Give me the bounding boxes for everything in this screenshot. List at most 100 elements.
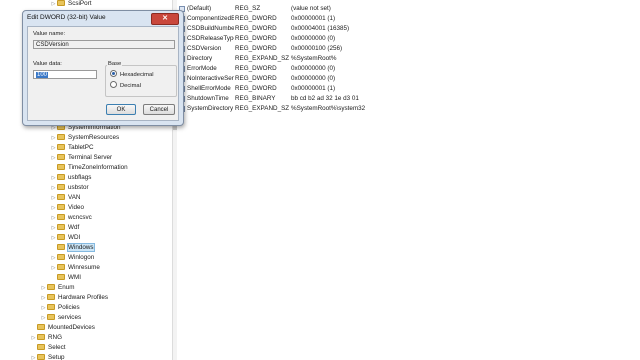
tree-item[interactable]: ▷ WDI: [50, 233, 81, 243]
expand-arrow-icon[interactable]: ▷: [50, 263, 57, 273]
tree-item[interactable]: ▷ Policies: [40, 303, 80, 313]
hexadecimal-label: Hexadecimal: [120, 72, 154, 79]
expand-arrow-icon[interactable]: ▷: [50, 203, 57, 213]
expand-arrow-icon[interactable]: ▷: [50, 223, 57, 233]
value-name-cell: CSDBuildNumber: [187, 25, 234, 32]
tree-item[interactable]: Select: [30, 343, 66, 353]
value-name-text: CSDVersion: [36, 42, 69, 48]
tree-item-label: Policies: [58, 304, 80, 311]
expand-arrow-icon[interactable]: ▷: [30, 353, 37, 360]
decimal-radio[interactable]: Decimal: [110, 81, 141, 90]
value-data-cell: 0x00000100 (256): [291, 45, 343, 52]
folder-icon: [57, 0, 65, 7]
tree-item[interactable]: ▷ TabletPC: [50, 143, 94, 153]
expand-arrow-icon[interactable]: ▷: [50, 193, 57, 203]
value-type-cell: REG_BINARY: [235, 95, 276, 102]
value-data-cell: 0x00000000 (0): [291, 75, 336, 82]
value-row[interactable]: ErrorMode REG_DWORD 0x00000000 (0): [178, 64, 478, 74]
value-data-cell: %SystemRoot%: [291, 55, 337, 62]
folder-icon: [37, 344, 45, 351]
tree-item-label: SystemResources: [68, 134, 120, 141]
tree-item[interactable]: ▷ services: [40, 313, 82, 323]
folder-icon: [47, 284, 55, 291]
tree-item-label: TimeZoneInformation: [68, 164, 128, 171]
tree-item-label: Windows: [67, 243, 95, 252]
registry-value-list: (Default) REG_SZ (value not set) Componenti…: [178, 0, 640, 360]
value-row[interactable]: CSDReleaseType REG_DWORD 0x00000000 (0): [178, 34, 478, 44]
expand-arrow-icon[interactable]: ▷: [50, 0, 57, 9]
expand-arrow-icon[interactable]: ▷: [50, 253, 57, 263]
close-icon[interactable]: ✕: [151, 13, 179, 25]
folder-icon: [57, 144, 65, 151]
base-label: Base: [107, 61, 123, 67]
tree-item[interactable]: ▷ usbstor: [50, 183, 89, 193]
tree-item[interactable]: Windows: [50, 243, 95, 253]
folder-icon: [57, 244, 65, 251]
tree-item[interactable]: ▷ Hardware Profiles: [40, 293, 108, 303]
value-data-input[interactable]: 100: [33, 70, 97, 79]
value-type-cell: REG_DWORD: [235, 45, 277, 52]
hexadecimal-radio[interactable]: Hexadecimal: [110, 70, 154, 79]
value-type-cell: REG_DWORD: [235, 25, 277, 32]
tree-item[interactable]: TimeZoneInformation: [50, 163, 128, 173]
tree-item[interactable]: ▷ ScsiPort: [50, 0, 92, 9]
value-name-cell: Directory: [187, 55, 213, 62]
expand-arrow-icon[interactable]: ▷: [40, 313, 47, 323]
tree-item[interactable]: ▷ SystemResources: [50, 133, 120, 143]
expand-arrow-icon[interactable]: ▷: [50, 133, 57, 143]
tree-item[interactable]: ▷ RNG: [30, 333, 62, 343]
tree-item[interactable]: ▷ Terminal Server: [50, 153, 113, 163]
value-row[interactable]: ShutdownTime REG_BINARY bb cd b2 ad 32 1e …: [178, 94, 478, 104]
value-row[interactable]: ShellErrorMode REG_DWORD 0x00000001 (1): [178, 84, 478, 94]
value-row[interactable]: CSDVersion REG_DWORD 0x00000100 (256): [178, 44, 478, 54]
expand-arrow-icon[interactable]: ▷: [40, 303, 47, 313]
tree-item[interactable]: ▷ Winresume: [50, 263, 100, 273]
expand-arrow-icon[interactable]: ▷: [50, 153, 57, 163]
expand-arrow-icon[interactable]: ▷: [50, 173, 57, 183]
tree-item[interactable]: ▷ wcncsvc: [50, 213, 92, 223]
expand-arrow-icon[interactable]: ▷: [30, 333, 37, 343]
value-data-cell: 0x00004001 (16385): [291, 25, 350, 32]
value-row[interactable]: Directory REG_EXPAND_SZ %SystemRoot%: [178, 54, 478, 64]
value-row[interactable]: NoInteractiveServicesREG_DWORD 0x00000000…: [178, 74, 478, 84]
value-name-cell: CSDReleaseType: [187, 35, 234, 42]
value-name-cell: ComponentizedBuild: [187, 15, 234, 22]
value-type-cell: REG_EXPAND_SZ: [235, 105, 290, 112]
tree-item[interactable]: ▷ VAN: [50, 193, 81, 203]
tree-item[interactable]: ▷ Setup: [30, 353, 64, 360]
value-type-cell: REG_DWORD: [235, 65, 277, 72]
cancel-button[interactable]: Cancel: [143, 104, 175, 115]
value-type-cell: REG_DWORD: [235, 15, 277, 22]
value-row[interactable]: CSDBuildNumber REG_DWORD 0x00004001 (16385…: [178, 24, 478, 34]
expand-arrow-icon[interactable]: ▷: [50, 213, 57, 223]
folder-icon: [57, 214, 65, 221]
tree-item-label: WDI: [68, 234, 81, 241]
value-type-cell: REG_SZ: [235, 5, 261, 12]
tree-item[interactable]: WMI: [50, 273, 81, 283]
expand-arrow-icon[interactable]: ▷: [40, 283, 47, 293]
expand-arrow-icon[interactable]: ▷: [50, 233, 57, 243]
value-row[interactable]: SystemDirectory REG_EXPAND_SZ %SystemRoot%…: [178, 104, 478, 114]
tree-item[interactable]: ▷ usbflags: [50, 173, 92, 183]
tree-item-label: Wdf: [68, 224, 80, 231]
value-name-cell: ShutdownTime: [187, 95, 229, 102]
tree-item[interactable]: ▷ Wdf: [50, 223, 80, 233]
ok-button[interactable]: OK: [106, 104, 136, 115]
tree-item-label: MountedDevices: [48, 324, 95, 331]
tree-item[interactable]: ▷ Video: [50, 203, 84, 213]
expand-arrow-icon[interactable]: ▷: [50, 183, 57, 193]
tree-item-label: wcncsvc: [68, 214, 92, 221]
folder-icon: [47, 304, 55, 311]
value-row[interactable]: (Default) REG_SZ (value not set): [178, 4, 478, 14]
value-data-cell: 0x00000001 (1): [291, 85, 336, 92]
tree-item-label: Video: [68, 204, 84, 211]
value-row[interactable]: ComponentizedBuildREG_DWORD 0x00000001 (1…: [178, 14, 478, 24]
value-name-cell: ShellErrorMode: [187, 85, 231, 92]
expand-arrow-icon[interactable]: ▷: [40, 293, 47, 303]
tree-item[interactable]: MountedDevices: [30, 323, 95, 333]
value-data-cell: (value not set): [291, 5, 331, 12]
tree-item[interactable]: ▷ Winlogon: [50, 253, 95, 263]
expand-arrow-icon[interactable]: ▷: [50, 143, 57, 153]
value-data-cell: 0x00000001 (1): [291, 15, 336, 22]
tree-item[interactable]: ▷ Enum: [40, 283, 75, 293]
